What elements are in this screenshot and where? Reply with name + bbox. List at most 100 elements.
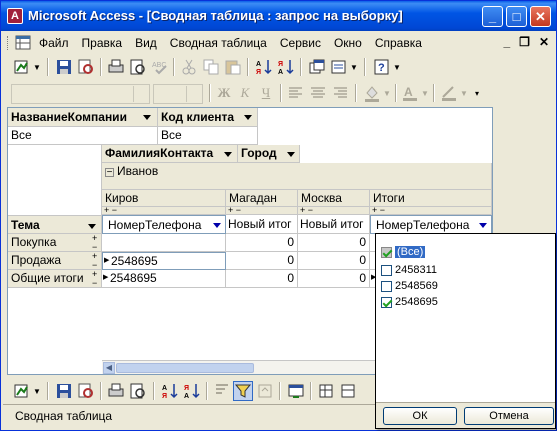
- close-button[interactable]: ✕: [530, 6, 551, 27]
- cell-grand-total-kirov[interactable]: ▶ 2548695: [102, 270, 226, 288]
- refresh-icon[interactable]: [256, 382, 274, 400]
- chevron-down-icon[interactable]: [143, 115, 151, 120]
- fill-color-dropdown-icon[interactable]: ▼: [383, 89, 391, 98]
- cut-icon[interactable]: [180, 58, 198, 76]
- sort-descending-icon[interactable]: ЯА: [183, 382, 201, 400]
- filter-field-client-code[interactable]: Код клиента: [158, 108, 258, 127]
- align-left-icon[interactable]: [287, 84, 305, 102]
- menu-pivot-table[interactable]: Сводная таблица: [170, 36, 267, 50]
- filter-checkbox-2548695[interactable]: [381, 297, 392, 308]
- menu-help[interactable]: Справка: [375, 36, 422, 50]
- search-icon[interactable]: [77, 58, 95, 76]
- view-dropdown-icon[interactable]: ▼: [33, 63, 41, 72]
- view-icon[interactable]: [13, 382, 31, 400]
- chevron-down-icon[interactable]: [213, 223, 221, 228]
- cell-purchase-moscow[interactable]: 0: [298, 234, 370, 252]
- chevron-down-icon[interactable]: [186, 86, 201, 102]
- cell-sale-moscow[interactable]: 0: [298, 252, 370, 270]
- print-preview-icon[interactable]: [129, 58, 147, 76]
- expand-icon[interactable]: + −: [92, 252, 97, 269]
- row-field-topic[interactable]: Тема: [8, 215, 102, 234]
- fill-color-icon[interactable]: [363, 84, 381, 102]
- ok-button[interactable]: ОК: [383, 407, 457, 425]
- chevron-down-icon[interactable]: [244, 115, 252, 120]
- italic-icon[interactable]: К: [236, 84, 254, 102]
- help-dropdown-icon[interactable]: ▼: [393, 63, 401, 72]
- expand-icon[interactable]: + −: [92, 234, 97, 251]
- expand-icon[interactable]: + −: [372, 207, 385, 214]
- total-header-magadan[interactable]: Новый итог: [226, 215, 298, 234]
- align-center-icon[interactable]: [309, 84, 327, 102]
- menu-window[interactable]: Окно: [334, 36, 362, 50]
- expand-all-icon[interactable]: [317, 382, 335, 400]
- cell-purchase-kirov[interactable]: [102, 234, 226, 252]
- menu-view[interactable]: Вид: [135, 36, 157, 50]
- menu-grip[interactable]: [7, 36, 10, 50]
- filter-item-2548569[interactable]: 2548569: [381, 279, 551, 295]
- collapse-icon[interactable]: −: [105, 168, 114, 178]
- city-header-totals[interactable]: Итоги: [370, 190, 492, 207]
- new-window-icon[interactable]: [308, 58, 326, 76]
- table-row-label[interactable]: Продажа + −: [8, 252, 102, 270]
- city-header-moscow[interactable]: Москва: [298, 190, 370, 207]
- menu-tools[interactable]: Сервис: [280, 36, 321, 50]
- line-color-dropdown-icon[interactable]: ▼: [460, 89, 468, 98]
- font-color-dropdown-icon[interactable]: ▼: [421, 89, 429, 98]
- underline-icon[interactable]: Ч: [257, 84, 275, 102]
- paste-icon[interactable]: [224, 58, 242, 76]
- cell-grand-total-moscow[interactable]: 0: [298, 270, 370, 288]
- expand-controls-totals[interactable]: + −: [370, 207, 492, 215]
- maximize-button[interactable]: □: [506, 6, 527, 27]
- filter-item-2458311[interactable]: 2458311: [381, 263, 551, 279]
- title-bar[interactable]: A Microsoft Access - [Сводная таблица : …: [1, 1, 556, 31]
- cell-sale-kirov[interactable]: ▶ 2548695: [102, 252, 226, 270]
- access-app-icon[interactable]: A: [7, 8, 23, 24]
- expand-icon[interactable]: + −: [300, 207, 313, 214]
- cancel-button[interactable]: Отмена: [464, 407, 554, 425]
- contact-group-header[interactable]: − Иванов: [102, 163, 492, 190]
- cell-purchase-magadan[interactable]: 0: [226, 234, 298, 252]
- expand-icon[interactable]: + −: [92, 270, 97, 287]
- table-row-label[interactable]: Покупка + −: [8, 234, 102, 252]
- font-color-icon[interactable]: A: [401, 84, 419, 102]
- align-right-icon[interactable]: [331, 84, 349, 102]
- doc-minimize-button[interactable]: _: [503, 35, 510, 49]
- city-header-magadan[interactable]: Магадан: [226, 190, 298, 207]
- doc-restore-button[interactable]: ❐: [519, 35, 530, 49]
- font-size-combo[interactable]: [153, 84, 203, 104]
- expand-arrow-icon[interactable]: ▶: [103, 273, 108, 281]
- font-name-combo[interactable]: [11, 84, 150, 104]
- column-field-contact[interactable]: ФамилияКонтакта: [102, 145, 238, 163]
- print-preview-icon[interactable]: [129, 382, 147, 400]
- filter-item-2548695[interactable]: 2548695: [381, 295, 551, 311]
- data-field-phone-totals[interactable]: НомерТелефона: [370, 215, 492, 234]
- line-color-icon[interactable]: [440, 84, 458, 102]
- filter-checkbox-all[interactable]: [381, 247, 392, 258]
- view-icon[interactable]: [13, 58, 31, 76]
- chevron-down-icon[interactable]: [133, 86, 148, 102]
- sort-ascending-icon[interactable]: АЯ: [161, 382, 179, 400]
- print-icon[interactable]: [107, 58, 125, 76]
- export-excel-icon[interactable]: [287, 382, 305, 400]
- toolbar-options-icon[interactable]: ▾: [475, 89, 479, 98]
- column-field-city[interactable]: Город: [238, 145, 300, 163]
- expand-controls-moscow[interactable]: + −: [298, 207, 370, 215]
- save-icon[interactable]: [55, 382, 73, 400]
- menu-edit[interactable]: Правка: [82, 36, 123, 50]
- new-object-icon[interactable]: [330, 58, 348, 76]
- pivot-document-icon[interactable]: [15, 35, 31, 50]
- sort-descending-icon[interactable]: ЯА: [277, 58, 295, 76]
- expand-icon[interactable]: + −: [228, 207, 241, 214]
- chevron-down-icon[interactable]: [287, 152, 295, 157]
- cell-sale-magadan[interactable]: 0: [226, 252, 298, 270]
- sort-ascending-icon[interactable]: АЯ: [255, 58, 273, 76]
- collapse-all-icon[interactable]: [339, 382, 357, 400]
- cell-grand-total-magadan[interactable]: 0: [226, 270, 298, 288]
- city-header-kirov[interactable]: Киров: [102, 190, 226, 207]
- help-icon[interactable]: ?: [373, 58, 391, 76]
- filter-item-all[interactable]: (Все): [381, 245, 551, 261]
- scroll-left-icon[interactable]: ◀: [103, 362, 115, 374]
- doc-close-button[interactable]: ✕: [539, 35, 549, 49]
- new-object-dropdown-icon[interactable]: ▼: [350, 63, 358, 72]
- expand-icon[interactable]: + −: [104, 207, 117, 214]
